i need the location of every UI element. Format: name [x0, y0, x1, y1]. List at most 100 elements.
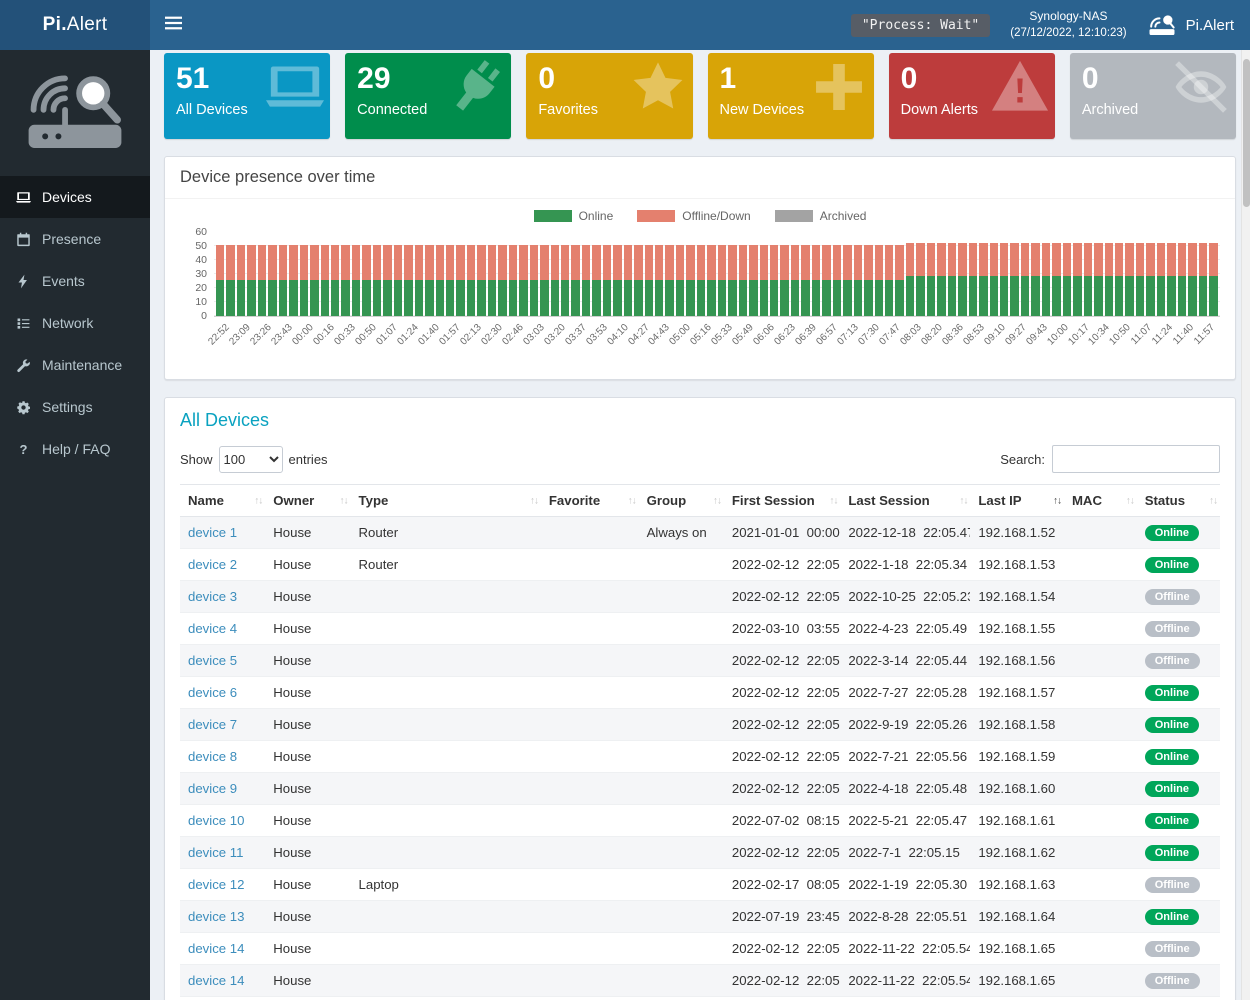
star-icon [629, 58, 687, 116]
device-link[interactable]: device 14 [188, 973, 244, 988]
sidebar-item-events[interactable]: Events [0, 260, 150, 302]
device-link[interactable]: device 11 [188, 845, 243, 860]
cell-type [351, 933, 541, 965]
column-header-first-session[interactable]: First Session↑↓ [724, 485, 840, 517]
sidebar-item-devices[interactable]: Devices [0, 176, 150, 218]
cell-mac [1064, 677, 1137, 709]
cell-favorite [541, 613, 639, 645]
column-header-mac[interactable]: MAC↑↓ [1064, 485, 1137, 517]
chart-bar [634, 233, 642, 316]
cell-type [351, 773, 541, 805]
device-link[interactable]: device 1 [188, 525, 237, 540]
cell-name: device 4 [180, 613, 265, 645]
cell-type: Router [351, 549, 541, 581]
device-link[interactable]: device 7 [188, 717, 237, 732]
device-link[interactable]: device 2 [188, 557, 237, 572]
entries-select[interactable]: 100 [219, 446, 283, 473]
column-header-group[interactable]: Group↑↓ [639, 485, 724, 517]
sidebar-item-settings[interactable]: Settings [0, 386, 150, 428]
cell-owner: House [265, 997, 350, 1000]
device-link[interactable]: device 4 [188, 621, 237, 636]
chart-bar [843, 233, 851, 316]
cell-last_session: 2022-10-25 22:05.23 [840, 581, 970, 613]
card-down-alerts[interactable]: 0Down Alerts [889, 53, 1055, 139]
y-tick: 0 [201, 310, 207, 322]
sidebar-item-help-faq[interactable]: ?Help / FAQ [0, 428, 150, 470]
card-new-devices[interactable]: 1New Devices [708, 53, 874, 139]
column-header-status[interactable]: Status↑↓ [1137, 485, 1220, 517]
chart-bar [1031, 233, 1039, 316]
cell-owner: House [265, 933, 350, 965]
cell-first_session: 2022-02-17 08:05 [724, 869, 840, 901]
entries-label: entries [289, 452, 328, 467]
column-label: Owner [273, 493, 314, 508]
column-header-type[interactable]: Type↑↓ [351, 485, 541, 517]
device-link[interactable]: device 12 [188, 877, 244, 892]
legend-item-archived[interactable]: Archived [775, 209, 867, 223]
chart-bar [436, 233, 444, 316]
status-badge: Online [1145, 717, 1199, 733]
sort-icon: ↑↓ [959, 495, 967, 506]
column-header-name[interactable]: Name↑↓ [180, 485, 265, 517]
cell-status: Offline [1137, 965, 1220, 997]
card-favorites[interactable]: 0Favorites [526, 53, 692, 139]
sidebar-item-network[interactable]: Network [0, 302, 150, 344]
card-archived[interactable]: 0Archived [1070, 53, 1236, 139]
card-connected[interactable]: 29Connected [345, 53, 511, 139]
status-badge: Online [1145, 525, 1199, 541]
chart-bar [467, 233, 475, 316]
chart-title: Device presence over time [165, 157, 1235, 199]
device-link[interactable]: device 8 [188, 749, 237, 764]
table-row: device 7House2022-02-12 22:052022-9-19 2… [180, 709, 1220, 741]
chart-bar [383, 233, 391, 316]
scrollbar-thumb[interactable] [1243, 59, 1250, 207]
column-header-last-ip[interactable]: Last IP↑↓ [970, 485, 1064, 517]
device-link[interactable]: device 13 [188, 909, 244, 924]
status-badge: Online [1145, 557, 1199, 573]
sidebar-toggle-button[interactable] [150, 0, 196, 50]
chart-bar [801, 233, 809, 316]
table-row: device 4House2022-03-10 03:552022-4-23 2… [180, 613, 1220, 645]
search-input[interactable] [1052, 445, 1220, 473]
legend-item-online[interactable]: Online [534, 209, 614, 223]
device-link[interactable]: device 9 [188, 781, 237, 796]
scrollbar[interactable] [1241, 50, 1250, 1000]
app-logo[interactable]: Pi.Alert [0, 0, 150, 50]
brand[interactable]: Pi.Alert [1147, 12, 1234, 38]
column-header-last-session[interactable]: Last Session↑↓ [840, 485, 970, 517]
card-all-devices[interactable]: 51All Devices [164, 53, 330, 139]
warning-icon [991, 58, 1049, 116]
sidebar-item-presence[interactable]: Presence [0, 218, 150, 260]
chart-bar [394, 233, 402, 316]
cell-status: Online [1137, 773, 1220, 805]
cell-favorite [541, 709, 639, 741]
laptop-icon [15, 190, 32, 205]
status-badge: Offline [1145, 973, 1200, 989]
device-link[interactable]: device 3 [188, 589, 237, 604]
cell-first_session: 2022-02-12 22:05 [724, 709, 840, 741]
hamburger-icon [165, 16, 182, 35]
chart-bar [895, 233, 903, 316]
device-link[interactable]: device 6 [188, 685, 237, 700]
chart-bar [937, 233, 945, 316]
cell-status: Offline [1137, 869, 1220, 901]
device-link[interactable]: device 5 [188, 653, 237, 668]
column-header-favorite[interactable]: Favorite↑↓ [541, 485, 639, 517]
device-link[interactable]: device 14 [188, 941, 244, 956]
sidebar-item-maintenance[interactable]: Maintenance [0, 344, 150, 386]
column-header-owner[interactable]: Owner↑↓ [265, 485, 350, 517]
chart-bar [540, 233, 548, 316]
table-row: device 5House2022-02-12 22:052022-3-14 2… [180, 645, 1220, 677]
device-link[interactable]: device 10 [188, 813, 244, 828]
sidebar-item-label: Events [42, 273, 85, 289]
chart-bar [624, 233, 632, 316]
cell-status: Offline [1137, 613, 1220, 645]
chart-bar [718, 233, 726, 316]
chart-bar [373, 233, 381, 316]
cell-favorite [541, 933, 639, 965]
legend-item-offline-down[interactable]: Offline/Down [637, 209, 750, 223]
chart-bar [268, 233, 276, 316]
sort-icon: ↑↓ [829, 495, 837, 506]
chart-bar [916, 233, 924, 316]
column-label: Name [188, 493, 224, 508]
